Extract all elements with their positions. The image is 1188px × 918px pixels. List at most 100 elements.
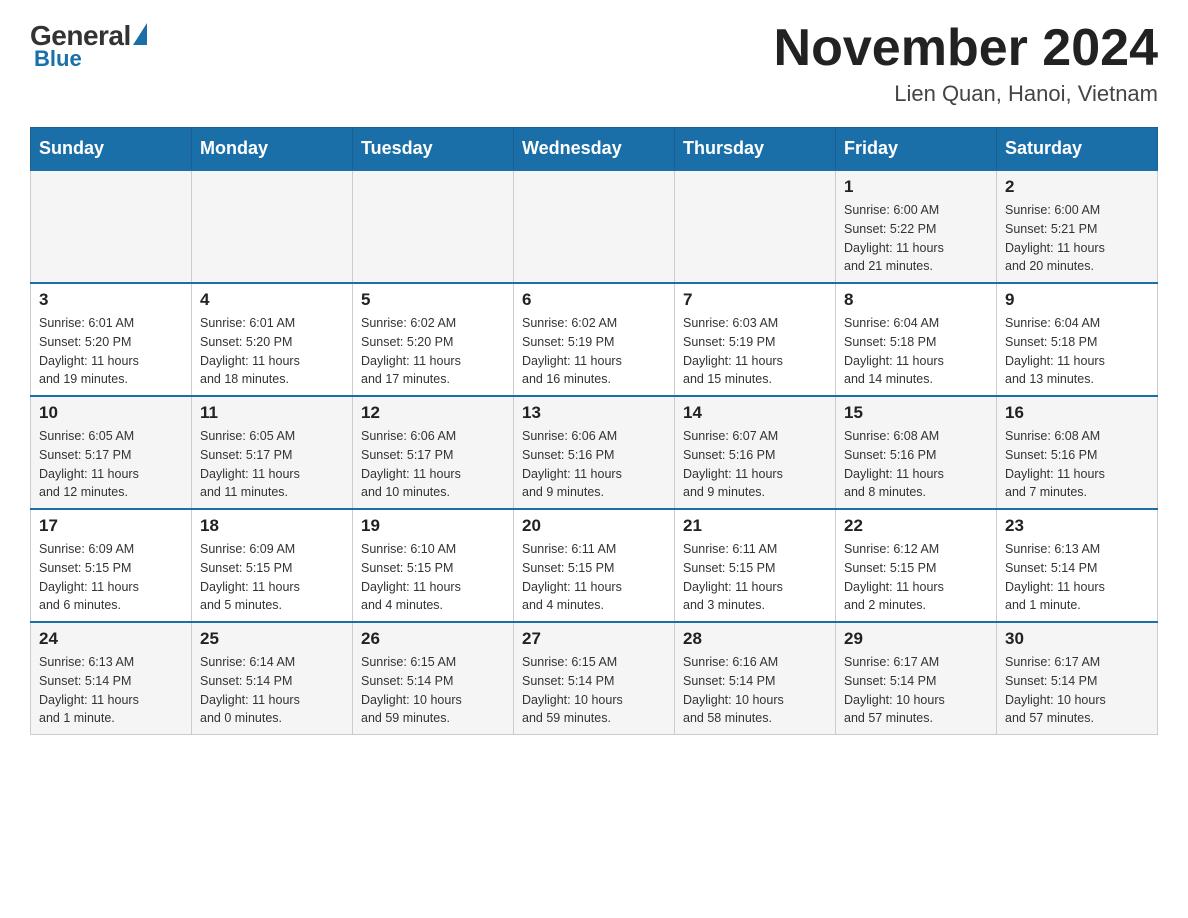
- day-info: Sunrise: 6:09 AM Sunset: 5:15 PM Dayligh…: [200, 540, 344, 615]
- calendar-cell: 3Sunrise: 6:01 AM Sunset: 5:20 PM Daylig…: [31, 283, 192, 396]
- day-info: Sunrise: 6:06 AM Sunset: 5:17 PM Dayligh…: [361, 427, 505, 502]
- logo: General Blue: [30, 20, 147, 72]
- calendar-cell: 1 Sunrise: 6:00 AM Sunset: 5:22 PM Daylig…: [836, 170, 997, 283]
- day-number: 26: [361, 629, 505, 649]
- day-info: Sunrise: 6:17 AM Sunset: 5:14 PM Dayligh…: [844, 653, 988, 728]
- day-info: Sunrise: 6:13 AM Sunset: 5:14 PM Dayligh…: [1005, 540, 1149, 615]
- day-number: 30: [1005, 629, 1149, 649]
- calendar-cell: 17 Sunrise: 6:09 AM Sunset: 5:15 PM Dayli…: [31, 509, 192, 622]
- day-number: 17: [39, 516, 183, 536]
- day-info: Sunrise: 6:11 AM Sunset: 5:15 PM Dayligh…: [683, 540, 827, 615]
- weekday-header-tuesday: Tuesday: [353, 128, 514, 171]
- calendar-cell: 29 Sunrise: 6:17 AM Sunset: 5:14 PM Dayli…: [836, 622, 997, 735]
- calendar-cell: 18 Sunrise: 6:09 AM Sunset: 5:15 PM Dayli…: [192, 509, 353, 622]
- calendar-cell: 30 Sunrise: 6:17 AM Sunset: 5:14 PM Dayli…: [997, 622, 1158, 735]
- day-number: 19: [361, 516, 505, 536]
- day-number: 20: [522, 516, 666, 536]
- calendar-cell: 23 Sunrise: 6:13 AM Sunset: 5:14 PM Dayli…: [997, 509, 1158, 622]
- calendar-cell: 20 Sunrise: 6:11 AM Sunset: 5:15 PM Dayli…: [514, 509, 675, 622]
- calendar-cell: 10Sunrise: 6:05 AM Sunset: 5:17 PM Dayli…: [31, 396, 192, 509]
- day-number: 7: [683, 290, 827, 310]
- day-info: Sunrise: 6:02 AM Sunset: 5:20 PM Dayligh…: [361, 314, 505, 389]
- day-info: Sunrise: 6:06 AM Sunset: 5:16 PM Dayligh…: [522, 427, 666, 502]
- day-info: Sunrise: 6:15 AM Sunset: 5:14 PM Dayligh…: [361, 653, 505, 728]
- day-info: Sunrise: 6:02 AM Sunset: 5:19 PM Dayligh…: [522, 314, 666, 389]
- calendar-table: SundayMondayTuesdayWednesdayThursdayFrid…: [30, 127, 1158, 735]
- calendar-cell: 19 Sunrise: 6:10 AM Sunset: 5:15 PM Dayli…: [353, 509, 514, 622]
- weekday-header-wednesday: Wednesday: [514, 128, 675, 171]
- week-row-4: 17 Sunrise: 6:09 AM Sunset: 5:15 PM Dayli…: [31, 509, 1158, 622]
- day-number: 28: [683, 629, 827, 649]
- calendar-cell: 16 Sunrise: 6:08 AM Sunset: 5:16 PM Dayli…: [997, 396, 1158, 509]
- weekday-header-row: SundayMondayTuesdayWednesdayThursdayFrid…: [31, 128, 1158, 171]
- day-info: Sunrise: 6:17 AM Sunset: 5:14 PM Dayligh…: [1005, 653, 1149, 728]
- calendar-cell: [31, 170, 192, 283]
- day-number: 3: [39, 290, 183, 310]
- calendar-cell: 26 Sunrise: 6:15 AM Sunset: 5:14 PM Dayli…: [353, 622, 514, 735]
- calendar-cell: [353, 170, 514, 283]
- calendar-cell: [675, 170, 836, 283]
- week-row-1: 1 Sunrise: 6:00 AM Sunset: 5:22 PM Daylig…: [31, 170, 1158, 283]
- day-number: 13: [522, 403, 666, 423]
- day-number: 12: [361, 403, 505, 423]
- day-info: Sunrise: 6:00 AM Sunset: 5:22 PM Dayligh…: [844, 201, 988, 276]
- calendar-cell: 8 Sunrise: 6:04 AM Sunset: 5:18 PM Daylig…: [836, 283, 997, 396]
- day-number: 15: [844, 403, 988, 423]
- calendar-cell: 27Sunrise: 6:15 AM Sunset: 5:14 PM Dayli…: [514, 622, 675, 735]
- day-number: 2: [1005, 177, 1149, 197]
- title-area: November 2024 Lien Quan, Hanoi, Vietnam: [774, 20, 1158, 107]
- page-header: General Blue November 2024 Lien Quan, Ha…: [30, 20, 1158, 107]
- day-number: 18: [200, 516, 344, 536]
- day-info: Sunrise: 6:13 AM Sunset: 5:14 PM Dayligh…: [39, 653, 183, 728]
- day-info: Sunrise: 6:10 AM Sunset: 5:15 PM Dayligh…: [361, 540, 505, 615]
- calendar-cell: 21 Sunrise: 6:11 AM Sunset: 5:15 PM Dayli…: [675, 509, 836, 622]
- day-number: 25: [200, 629, 344, 649]
- month-title: November 2024: [774, 20, 1158, 77]
- weekday-header-monday: Monday: [192, 128, 353, 171]
- day-number: 27: [522, 629, 666, 649]
- day-info: Sunrise: 6:09 AM Sunset: 5:15 PM Dayligh…: [39, 540, 183, 615]
- day-info: Sunrise: 6:01 AM Sunset: 5:20 PM Dayligh…: [200, 314, 344, 389]
- day-number: 11: [200, 403, 344, 423]
- logo-triangle-icon: [133, 23, 147, 45]
- weekday-header-friday: Friday: [836, 128, 997, 171]
- day-info: Sunrise: 6:03 AM Sunset: 5:19 PM Dayligh…: [683, 314, 827, 389]
- weekday-header-saturday: Saturday: [997, 128, 1158, 171]
- week-row-5: 24 Sunrise: 6:13 AM Sunset: 5:14 PM Dayli…: [31, 622, 1158, 735]
- day-info: Sunrise: 6:12 AM Sunset: 5:15 PM Dayligh…: [844, 540, 988, 615]
- calendar-cell: 22Sunrise: 6:12 AM Sunset: 5:15 PM Dayli…: [836, 509, 997, 622]
- week-row-2: 3 Sunrise: 6:01 AM Sunset: 5:20 PM Daylig…: [31, 283, 1158, 396]
- day-info: Sunrise: 6:08 AM Sunset: 5:16 PM Dayligh…: [844, 427, 988, 502]
- logo-blue-text: Blue: [34, 46, 82, 72]
- day-number: 21: [683, 516, 827, 536]
- calendar-cell: 4 Sunrise: 6:01 AM Sunset: 5:20 PM Daylig…: [192, 283, 353, 396]
- day-number: 4: [200, 290, 344, 310]
- weekday-header-sunday: Sunday: [31, 128, 192, 171]
- day-number: 14: [683, 403, 827, 423]
- calendar-cell: 6 Sunrise: 6:02 AM Sunset: 5:19 PM Daylig…: [514, 283, 675, 396]
- calendar-cell: 2Sunrise: 6:00 AM Sunset: 5:21 PM Daylig…: [997, 170, 1158, 283]
- calendar-cell: 14 Sunrise: 6:07 AM Sunset: 5:16 PM Dayli…: [675, 396, 836, 509]
- calendar-cell: 24 Sunrise: 6:13 AM Sunset: 5:14 PM Dayli…: [31, 622, 192, 735]
- day-number: 16: [1005, 403, 1149, 423]
- day-number: 23: [1005, 516, 1149, 536]
- day-info: Sunrise: 6:11 AM Sunset: 5:15 PM Dayligh…: [522, 540, 666, 615]
- day-number: 9: [1005, 290, 1149, 310]
- day-number: 8: [844, 290, 988, 310]
- day-info: Sunrise: 6:04 AM Sunset: 5:18 PM Dayligh…: [844, 314, 988, 389]
- calendar-cell: 5Sunrise: 6:02 AM Sunset: 5:20 PM Daylig…: [353, 283, 514, 396]
- calendar-cell: 25 Sunrise: 6:14 AM Sunset: 5:14 PM Dayli…: [192, 622, 353, 735]
- calendar-cell: 9 Sunrise: 6:04 AM Sunset: 5:18 PM Daylig…: [997, 283, 1158, 396]
- day-number: 1: [844, 177, 988, 197]
- day-number: 6: [522, 290, 666, 310]
- day-info: Sunrise: 6:07 AM Sunset: 5:16 PM Dayligh…: [683, 427, 827, 502]
- day-number: 29: [844, 629, 988, 649]
- day-info: Sunrise: 6:04 AM Sunset: 5:18 PM Dayligh…: [1005, 314, 1149, 389]
- day-number: 24: [39, 629, 183, 649]
- day-number: 10: [39, 403, 183, 423]
- day-info: Sunrise: 6:08 AM Sunset: 5:16 PM Dayligh…: [1005, 427, 1149, 502]
- calendar-cell: 28Sunrise: 6:16 AM Sunset: 5:14 PM Dayli…: [675, 622, 836, 735]
- calendar-cell: [514, 170, 675, 283]
- day-info: Sunrise: 6:14 AM Sunset: 5:14 PM Dayligh…: [200, 653, 344, 728]
- calendar-cell: 11Sunrise: 6:05 AM Sunset: 5:17 PM Dayli…: [192, 396, 353, 509]
